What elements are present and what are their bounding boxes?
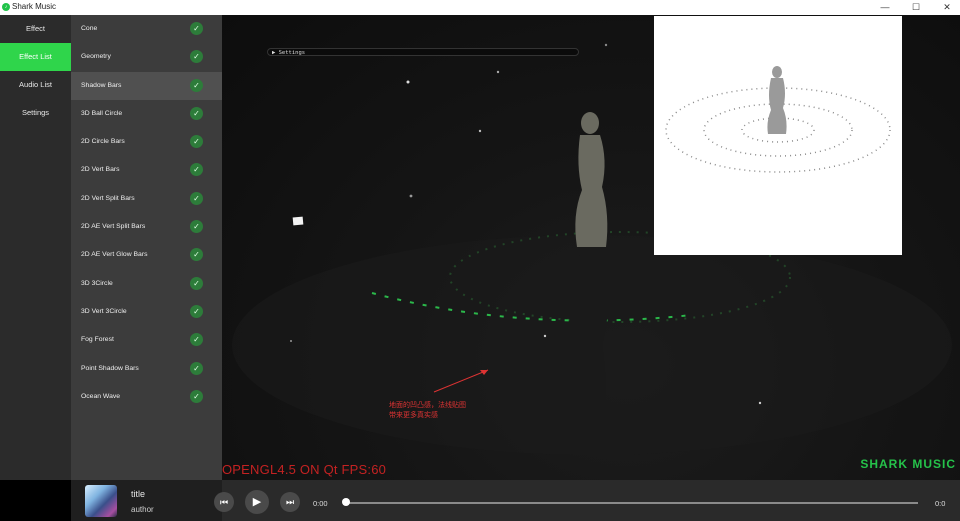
check-icon[interactable]: ✓ [190, 389, 203, 403]
nav-item-settings[interactable]: Settings [0, 99, 71, 127]
player-bar: title author ⏮ ▶ ⏭ 0:00 0:0 [71, 480, 960, 521]
check-icon[interactable]: ✓ [190, 78, 203, 92]
effect-label: 2D Vert Split Bars [81, 194, 135, 202]
check-icon[interactable]: ✓ [190, 304, 203, 318]
check-icon[interactable]: ✓ [190, 333, 203, 347]
check-icon[interactable]: ✓ [190, 106, 203, 120]
previous-button[interactable]: ⏮ [214, 492, 234, 512]
effect-label: Point Shadow Bars [81, 364, 139, 372]
total-time: 0:0 [935, 499, 946, 508]
effect-preview [654, 16, 902, 255]
effect-label: 3D Ball Circle [81, 109, 123, 117]
check-icon[interactable]: ✓ [190, 163, 203, 177]
nav-item-effect-list[interactable]: Effect List [0, 43, 71, 71]
effect-label: Cone [81, 25, 98, 32]
visualizer-canvas[interactable]: ▶ Settings 地面的凹凸感，法线贴图 带来更多真实感 OPENGL4.5… [222, 15, 960, 480]
nav-item-audio-list[interactable]: Audio List [0, 71, 71, 99]
effect-label: Fog Forest [81, 336, 114, 344]
effect-label: 2D Circle Bars [81, 138, 125, 146]
effect-label: 2D AE Vert Split Bars [81, 223, 146, 231]
preview-graphic [665, 66, 891, 173]
effect-item-point-shadow-bars[interactable]: Point Shadow Bars ✓ [71, 355, 222, 383]
effect-item-ocean-wave[interactable]: Ocean Wave ✓ [71, 383, 222, 411]
effect-item-3d-vert-3circle[interactable]: 3D Vert 3Circle ✓ [71, 298, 222, 326]
check-icon[interactable]: ✓ [190, 50, 203, 64]
main-nav: Effect Effect List Audio List Settings [0, 15, 71, 480]
effect-label: Geometry [81, 53, 111, 61]
effect-item-3d-ball-circle[interactable]: 3D Ball Circle ✓ [71, 100, 222, 128]
progress-handle[interactable] [342, 498, 350, 506]
current-time: 0:00 [313, 499, 328, 508]
title-bar: ♪ Shark Music — ☐ ✕ [0, 0, 960, 16]
check-icon[interactable]: ✓ [190, 22, 203, 35]
check-icon[interactable]: ✓ [190, 220, 203, 234]
effect-label: Shadow Bars [81, 81, 122, 89]
next-button[interactable]: ⏭ [280, 492, 300, 512]
progress-track[interactable] [345, 502, 918, 504]
effect-item-2d-ae-vert-glow-bars[interactable]: 2D AE Vert Glow Bars ✓ [71, 241, 222, 269]
annotation-line-1: 地面的凹凸感，法线贴图 [389, 402, 466, 409]
annotation-line-2: 带来更多真实感 [389, 412, 438, 419]
effect-item-cone[interactable]: Cone ✓ [71, 15, 222, 43]
effect-item-2d-vert-split-bars[interactable]: 2D Vert Split Bars ✓ [71, 185, 222, 213]
effect-item-2d-ae-vert-split-bars[interactable]: 2D AE Vert Split Bars ✓ [71, 213, 222, 241]
check-icon[interactable]: ✓ [190, 135, 203, 149]
minimize-button[interactable]: — [873, 0, 897, 15]
effect-label: Ocean Wave [81, 392, 121, 400]
check-icon[interactable]: ✓ [190, 276, 203, 290]
effect-label: 3D 3Circle [81, 279, 113, 287]
check-icon[interactable]: ✓ [190, 191, 203, 205]
close-button[interactable]: ✕ [935, 0, 959, 15]
shark-logo-icon: ♪ [2, 3, 10, 11]
effect-item-2d-circle-bars[interactable]: 2D Circle Bars ✓ [71, 128, 222, 156]
check-icon[interactable]: ✓ [190, 248, 203, 262]
effect-item-geometry[interactable]: Geometry ✓ [71, 43, 222, 71]
effect-label: 3D Vert 3Circle [81, 307, 127, 315]
song-author: author [131, 505, 154, 514]
effect-label: 2D AE Vert Glow Bars [81, 251, 148, 259]
effect-item-fog-forest[interactable]: Fog Forest ✓ [71, 326, 222, 354]
effect-label: 2D Vert Bars [81, 166, 120, 174]
now-playing-info: title author [71, 480, 222, 521]
effect-item-shadow-bars[interactable]: Shadow Bars ✓ [71, 71, 222, 100]
window-title: Shark Music [12, 2, 57, 11]
effect-item-2d-vert-bars[interactable]: 2D Vert Bars ✓ [71, 156, 222, 184]
annotation-note: 地面的凹凸感，法线贴图 带来更多真实感 [389, 401, 499, 421]
album-cover[interactable] [85, 485, 117, 517]
effect-list: Cone ✓ Geometry ✓ Shadow Bars ✓ 3D Ball Cir… [71, 15, 222, 480]
brand-logo: SHARK MUSIC [860, 457, 956, 471]
check-icon[interactable]: ✓ [190, 361, 203, 375]
song-title: title [131, 489, 146, 499]
settings-panel-toggle[interactable]: ▶ Settings [267, 48, 579, 56]
effect-item-3d-3circle[interactable]: 3D 3Circle ✓ [71, 270, 222, 298]
maximize-button[interactable]: ☐ [904, 0, 928, 15]
nav-item-effect[interactable]: Effect [0, 15, 71, 43]
play-button[interactable]: ▶ [245, 490, 269, 514]
gl-info-text: OPENGL4.5 ON Qt FPS:60 [222, 462, 387, 477]
